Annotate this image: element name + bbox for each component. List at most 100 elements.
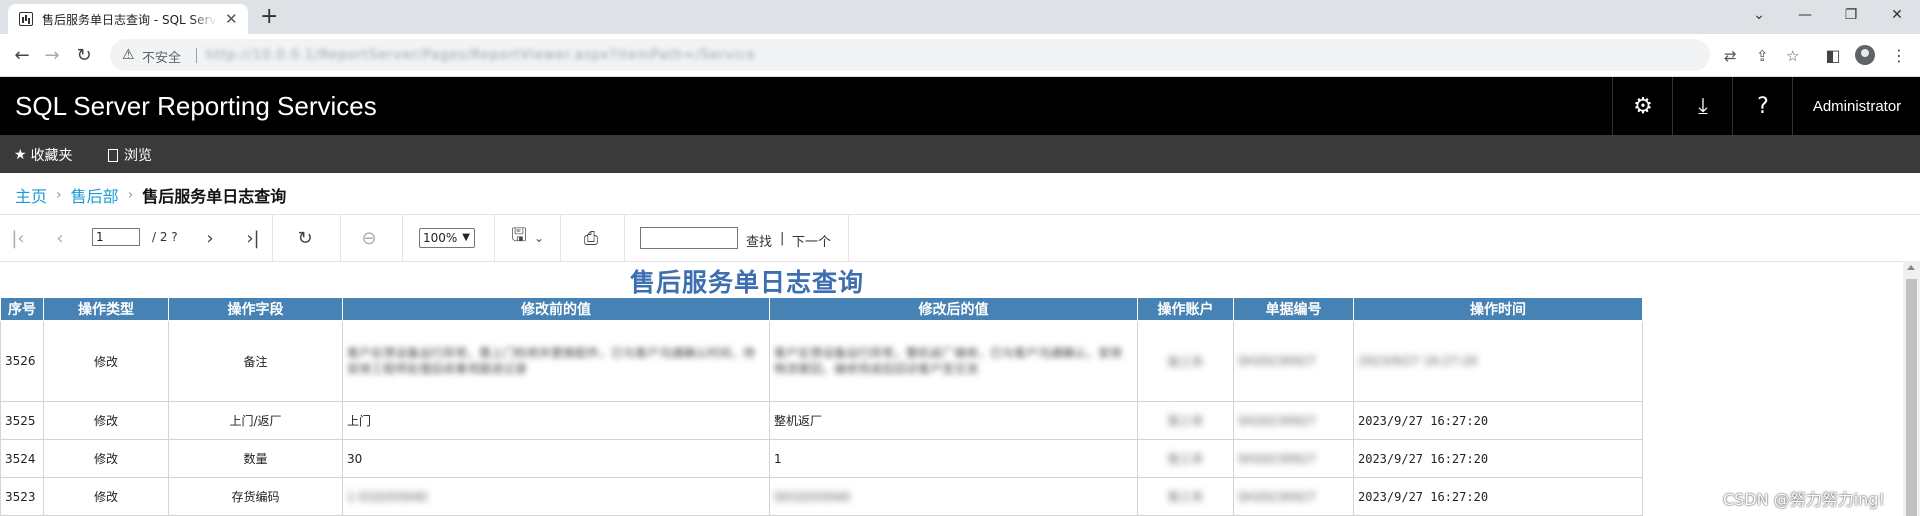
- column-header: 操作时间: [1353, 297, 1643, 321]
- cell-before: 30: [342, 439, 770, 478]
- cell-before: 1 010203040: [342, 477, 770, 516]
- security-label[interactable]: 不安全: [142, 47, 181, 66]
- previous-page-icon[interactable]: ‹: [50, 225, 70, 251]
- table-row: 3526 修改 备注 客户反馈设备运行异常，需上门检修并更换配件，已与客户沟通确…: [0, 320, 1643, 402]
- ssrs-header: SQL Server Reporting Services ⚙ ⤓ ? Admi…: [0, 77, 1920, 135]
- omnibox-separator: [196, 48, 197, 63]
- page-number-input[interactable]: 1: [92, 228, 140, 246]
- toolbar-divider: [272, 215, 273, 261]
- cell-account: 张三丰: [1137, 401, 1234, 440]
- cell-before: 上门: [342, 401, 770, 440]
- find-next-button[interactable]: 下一个: [792, 231, 831, 250]
- zoom-select[interactable]: 100% ▼: [419, 228, 475, 248]
- gear-icon[interactable]: ⚙: [1612, 77, 1673, 135]
- favorites-link[interactable]: ★ 收藏夹: [14, 145, 73, 165]
- cell-time-text: 2023/9/27 16:27:20: [1358, 354, 1478, 368]
- breadcrumb-home[interactable]: 主页: [15, 183, 47, 207]
- page-total: / 2 ?: [152, 230, 178, 244]
- new-tab-button[interactable]: +: [260, 4, 278, 30]
- tab-close-icon[interactable]: ✕: [225, 10, 238, 28]
- bookmark-star-icon[interactable]: ☆: [1786, 47, 1799, 65]
- zoom-value: 100%: [423, 231, 458, 245]
- cell-before: 客户反馈设备运行异常，需上门检修并更换配件，已与客户沟通确认时间，待安排工程师处…: [342, 320, 770, 402]
- back-to-parent-icon[interactable]: ⊖: [356, 225, 382, 251]
- toolbar-divider: [560, 215, 561, 261]
- find-button[interactable]: 查找: [746, 231, 772, 250]
- cell-field: 上门/返厂: [168, 401, 343, 440]
- cell-account-text: 张三丰: [1167, 490, 1204, 504]
- save-export-icon[interactable]: 🖫: [508, 225, 530, 251]
- report-favicon-icon: [19, 12, 33, 26]
- table-row: 3523 修改 存货编码 1 010203040 S010203040 张三丰 …: [0, 477, 1643, 516]
- cell-id: 3524: [0, 439, 44, 478]
- column-header: 修改后的值: [769, 297, 1138, 321]
- cell-type: 修改: [43, 320, 169, 402]
- download-icon[interactable]: ⤓: [1672, 77, 1733, 135]
- toolbar-divider: [624, 215, 625, 261]
- browser-tab-strip: 售后服务单日志查询 - SQL Server Reporting Service…: [0, 0, 1920, 34]
- cell-type: 修改: [43, 439, 169, 478]
- chevron-right-icon: ›: [56, 187, 62, 203]
- scrollbar-thumb[interactable]: [1906, 279, 1917, 516]
- last-page-icon[interactable]: ›|: [242, 225, 264, 251]
- refresh-icon[interactable]: ↻: [292, 225, 318, 251]
- cell-time: 2023/9/27 16:27:20: [1353, 320, 1643, 402]
- restore-icon[interactable]: ❐: [1828, 0, 1874, 30]
- reload-icon[interactable]: ↻: [70, 41, 98, 69]
- browser-tab[interactable]: 售后服务单日志查询 - SQL Server Reporting Service…: [8, 4, 248, 34]
- profile-icon: [1855, 45, 1875, 65]
- cell-field: 存货编码: [168, 477, 343, 516]
- breadcrumb-folder[interactable]: 售后部: [71, 183, 119, 207]
- warning-icon[interactable]: ⚠: [122, 47, 135, 63]
- user-menu[interactable]: Administrator: [1792, 77, 1920, 135]
- cell-time: 2023/9/27 16:27:20: [1353, 401, 1643, 440]
- cell-field: 备注: [168, 320, 343, 402]
- scroll-up-icon[interactable]: [1907, 265, 1915, 270]
- cell-account-text: 张三丰: [1167, 354, 1204, 369]
- brand-title[interactable]: SQL Server Reporting Services: [15, 91, 377, 122]
- column-header: 修改前的值: [342, 297, 770, 321]
- next-page-icon[interactable]: ›: [200, 225, 220, 251]
- cell-doc-no: SH20230927: [1233, 439, 1354, 478]
- first-page-icon[interactable]: |‹: [8, 225, 28, 251]
- find-input[interactable]: [640, 227, 738, 249]
- browse-link[interactable]: 浏览: [108, 145, 152, 165]
- browser-menu-icon[interactable]: ⋮: [1886, 42, 1912, 68]
- cell-id: 3525: [0, 401, 44, 440]
- address-bar[interactable]: ⚠ 不安全 http://10.0.0.1/ReportServer/Pages…: [110, 39, 1799, 71]
- cell-account: 张三丰: [1137, 439, 1234, 478]
- cell-before-text: 1 010203040: [347, 489, 428, 504]
- minimize-icon[interactable]: —: [1782, 0, 1828, 30]
- url-text[interactable]: http://10.0.0.1/ReportServer/Pages/Repor…: [206, 48, 756, 63]
- vertical-scrollbar[interactable]: [1903, 261, 1920, 516]
- breadcrumb: 主页 › 售后部 › 售后服务单日志查询: [15, 183, 286, 207]
- column-header: 操作账户: [1137, 297, 1234, 321]
- print-icon[interactable]: ⎙: [578, 225, 604, 251]
- cell-after: 1: [769, 439, 1138, 478]
- back-icon[interactable]: ←: [8, 41, 36, 69]
- translate-icon[interactable]: ⇄: [1724, 47, 1737, 65]
- cell-account: 张三丰: [1137, 320, 1234, 402]
- share-icon[interactable]: ⇪: [1756, 47, 1769, 65]
- export-dropdown-icon[interactable]: ⌄: [532, 225, 546, 251]
- breadcrumb-current: 售后服务单日志查询: [142, 187, 287, 206]
- window-close-icon[interactable]: ✕: [1874, 0, 1920, 30]
- table-header-row: 序号 操作类型 操作字段 修改前的值 修改后的值 操作账户 单据编号 操作时间: [0, 297, 1643, 321]
- help-icon[interactable]: ?: [1732, 77, 1793, 135]
- cell-type: 修改: [43, 401, 169, 440]
- cell-after: 整机返厂: [769, 401, 1138, 440]
- side-panel-icon[interactable]: ◧: [1820, 42, 1846, 68]
- cell-after: 客户反馈设备运行异常，整机返厂维修，已与客户沟通确认，安排物流寄回，维修完成后回…: [769, 320, 1138, 402]
- cell-doc-no: SH20230927: [1233, 320, 1354, 402]
- favorites-label: 收藏夹: [30, 148, 73, 164]
- cell-after-text: 客户反馈设备运行异常，整机返厂维修，已与客户沟通确认，安排物流寄回，维修完成后回…: [774, 346, 1123, 376]
- profile-avatar[interactable]: [1852, 42, 1878, 68]
- column-header: 单据编号: [1233, 297, 1354, 321]
- cell-doc-no-text: SH20230927: [1238, 354, 1316, 368]
- tab-search-icon[interactable]: ⌄: [1736, 0, 1782, 30]
- column-header: 操作字段: [168, 297, 343, 321]
- cell-doc-no-text: SH20230927: [1238, 451, 1316, 466]
- chevron-down-icon: ▼: [462, 232, 470, 243]
- forward-icon[interactable]: →: [38, 41, 66, 69]
- chevron-right-icon: ›: [127, 187, 134, 203]
